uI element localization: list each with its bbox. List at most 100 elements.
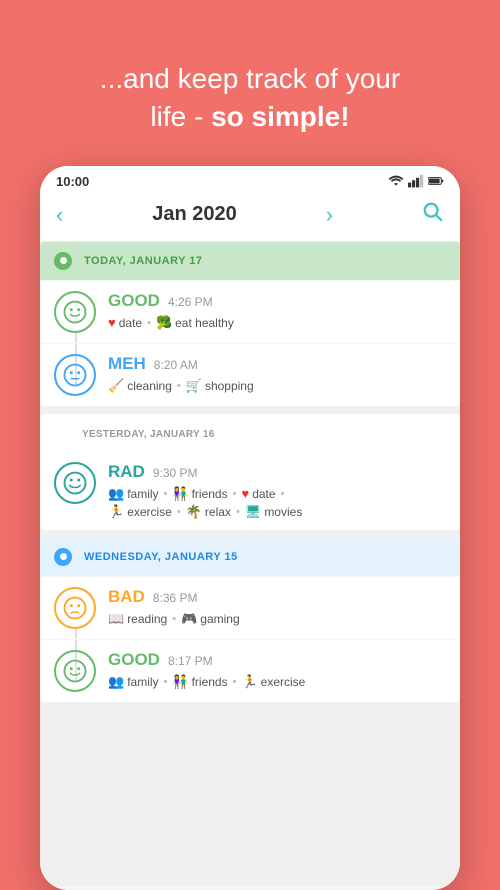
mood-line-bad: BAD 8:36 PM (108, 587, 446, 607)
tag-label: date (119, 316, 142, 330)
entry-time-meh: 8:20 AM (154, 358, 198, 372)
entry-content-rad: RAD 9:30 PM 👥 family • 👫 friends (108, 462, 446, 520)
wednesday-label: WEDNESDAY, JANUARY 15 (84, 551, 238, 563)
battery-icon (428, 174, 444, 188)
next-month-button[interactable]: › (326, 202, 333, 228)
relax-icon: 🌴 (186, 504, 202, 520)
tag-shopping: 🛒 shopping (186, 378, 254, 394)
tag-label: shopping (205, 379, 254, 393)
tag-label: date (252, 487, 275, 501)
status-bar: 10:00 (40, 166, 460, 193)
entry-time-bad: 8:36 PM (153, 591, 198, 605)
tag-label: eat healthy (175, 316, 234, 330)
yesterday-section: YESTERDAY, JANUARY 16 RAD 9:30 PM (40, 414, 460, 530)
mood-label-good: GOOD (108, 291, 160, 311)
signal-icon (408, 174, 424, 188)
entry-content-meh: MEH 8:20 AM 🧹 cleaning • 🛒 shopping (108, 354, 446, 394)
tag-family-wed: 👥 family (108, 674, 159, 690)
entry-tags-rad-line2: 🏃 exercise • 🌴 relax • 🖥 movies (108, 504, 446, 520)
mood-icon-meh (54, 354, 96, 396)
entry-tags-good: ♥ date • 🥦 eat healthy (108, 315, 446, 331)
entry-time-rad: 9:30 PM (153, 466, 198, 480)
today-dot (54, 252, 72, 270)
family-icon-wed: 👥 (108, 674, 124, 690)
entry-good: GOOD 4:26 PM ♥ date • 🥦 eat healthy (40, 280, 460, 343)
tagline: ...and keep track of your life - so simp… (70, 60, 430, 136)
wifi-icon (388, 174, 404, 188)
mood-icon-bad (54, 587, 96, 629)
mood-line-meh: MEH 8:20 AM (108, 354, 446, 374)
shopping-icon: 🛒 (186, 378, 202, 394)
search-icon[interactable] (422, 201, 444, 229)
tag-relax: 🌴 relax (186, 504, 231, 520)
tag-label: reading (127, 612, 167, 626)
tag-label: cleaning (127, 379, 172, 393)
entry-tags-good-wed: 👥 family • 👫 friends • 🏃 exercise (108, 674, 446, 690)
mood-line-good: GOOD 4:26 PM (108, 291, 446, 311)
entry-tags-meh: 🧹 cleaning • 🛒 shopping (108, 378, 446, 394)
tag-reading: 📖 reading (108, 611, 167, 627)
tag-eat-healthy: 🥦 eat healthy (156, 315, 234, 331)
tag-cleaning: 🧹 cleaning (108, 378, 172, 394)
tag-date: ♥ date (108, 315, 142, 330)
mood-icon-good-wed (54, 650, 96, 692)
tag-exercise: 🏃 exercise (108, 504, 172, 520)
tag-movies: 🖥 movies (245, 504, 303, 520)
status-time: 10:00 (56, 174, 89, 189)
mood-label-rad: RAD (108, 462, 145, 482)
tag-label: friends (192, 487, 228, 501)
wednesday-dot (54, 548, 72, 566)
entry-content-good: GOOD 4:26 PM ♥ date • 🥦 eat healthy (108, 291, 446, 331)
entry-content-good-wed: GOOD 8:17 PM 👥 family • 👫 friends (108, 650, 446, 690)
phone-frame: 10:00 ‹ Jan 2020 (40, 166, 460, 890)
cleaning-icon: 🧹 (108, 378, 124, 394)
friends-icon-wed: 👫 (172, 674, 188, 690)
tag-label: family (127, 487, 158, 501)
tag-family: 👥 family (108, 486, 159, 502)
tag-label: family (127, 675, 158, 689)
today-label: TODAY, JANUARY 17 (84, 255, 203, 267)
tag-label: movies (264, 505, 302, 519)
heart-icon-rad: ♥ (241, 486, 249, 501)
wednesday-header: WEDNESDAY, JANUARY 15 (40, 538, 460, 576)
entry-tags-bad: 📖 reading • 🎮 gaming (108, 611, 446, 627)
today-header: TODAY, JANUARY 17 (40, 242, 460, 280)
entry-tags-rad-line1: 👥 family • 👫 friends • ♥ date (108, 486, 446, 502)
mood-line-good-wed: GOOD 8:17 PM (108, 650, 446, 670)
tag-date-rad: ♥ date (241, 486, 275, 501)
status-icons (388, 174, 444, 188)
entry-bad: BAD 8:36 PM 📖 reading • 🎮 gaming (40, 576, 460, 639)
tag-friends: 👫 friends (172, 486, 227, 502)
eat-healthy-icon: 🥦 (156, 315, 172, 331)
entry-meh: MEH 8:20 AM 🧹 cleaning • 🛒 shopping (40, 343, 460, 406)
yesterday-header-wrapper: YESTERDAY, JANUARY 16 (40, 414, 460, 452)
tag-label: friends (192, 675, 228, 689)
tag-label: relax (205, 505, 231, 519)
mood-icon-good (54, 291, 96, 333)
entry-good-wednesday: GOOD 8:17 PM 👥 family • 👫 friends (40, 639, 460, 702)
heart-icon: ♥ (108, 315, 116, 330)
reading-icon: 📖 (108, 611, 124, 627)
mood-label-meh: MEH (108, 354, 146, 374)
exercise-icon-wed: 🏃 (241, 674, 257, 690)
prev-month-button[interactable]: ‹ (56, 202, 63, 228)
gaming-icon: 🎮 (181, 611, 197, 627)
today-section: TODAY, JANUARY 17 GOOD 4:26 PM (40, 242, 460, 406)
entry-rad: RAD 9:30 PM 👥 family • 👫 friends (40, 452, 460, 530)
movies-icon: 🖥 (245, 504, 262, 520)
nav-bar: ‹ Jan 2020 › (40, 193, 460, 242)
tag-gaming: 🎮 gaming (181, 611, 240, 627)
yesterday-label: YESTERDAY, JANUARY 16 (82, 429, 215, 440)
exercise-icon: 🏃 (108, 504, 124, 520)
mood-icon-rad (54, 462, 96, 504)
current-month-label: Jan 2020 (152, 203, 237, 226)
tag-label: exercise (127, 505, 172, 519)
entry-time-good: 4:26 PM (168, 295, 213, 309)
friends-icon: 👫 (172, 486, 188, 502)
tag-exercise-wed: 🏃 exercise (241, 674, 305, 690)
mood-label-good-wed: GOOD (108, 650, 160, 670)
tag-friends-wed: 👫 friends (172, 674, 227, 690)
wednesday-section: WEDNESDAY, JANUARY 15 BAD 8:36 PM (40, 538, 460, 702)
tag-label: exercise (261, 675, 306, 689)
tag-label: gaming (200, 612, 239, 626)
